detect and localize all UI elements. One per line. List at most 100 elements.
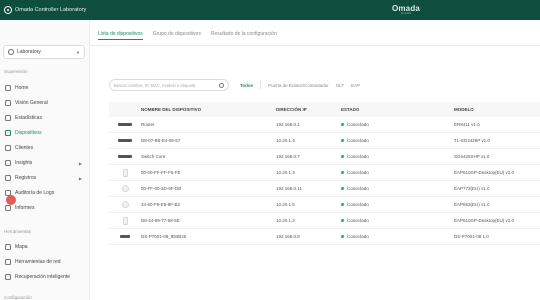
sidebar-item-home[interactable]: Home (0, 82, 88, 94)
sidebar-item-devices[interactable]: Dispositivos (0, 127, 88, 139)
col-ip[interactable]: DIRECCIÓN IP (276, 107, 341, 112)
status-dot-icon (341, 187, 344, 190)
wall-ap-device-icon (122, 168, 128, 177)
sidebar-item-insights[interactable]: Insights ▶ (0, 157, 88, 169)
device-ip: 10.20.1.3 (276, 170, 295, 175)
sidebar-item-network-tools[interactable]: Herramientas de red (0, 256, 88, 268)
statistics-icon (5, 115, 11, 121)
sidebar-item-label: Informes (15, 205, 35, 211)
audit-icon (5, 190, 11, 196)
switch-device-icon (118, 123, 132, 126)
table-row[interactable]: 34-60-F9-E5-9F-B2 10.20.1.5 Conectado EA… (109, 197, 540, 213)
device-model: EAP610GP-Desktop(EU) v1.0 (454, 170, 515, 175)
device-ip: 10.20.1.5 (276, 202, 295, 207)
status-dot-icon (341, 171, 344, 174)
tab-bar: Lista de dispositivos Grupo de dispositi… (98, 31, 287, 40)
tools-icon (5, 259, 11, 265)
dashboard-icon (5, 100, 11, 106)
sidebar-item-overview[interactable]: Visión General (0, 97, 88, 109)
status-dot-icon (341, 123, 344, 126)
device-name[interactable]: 00-00-FF-FF-F5-FE (141, 170, 276, 175)
device-type-filter: Todos Puerta de Enlace/Conmutador OLT EA… (240, 80, 367, 90)
home-icon (5, 85, 11, 91)
sidebar-item-reports[interactable]: Informes (0, 202, 88, 214)
device-name[interactable]: D8-44-89-77-58-5E (141, 218, 276, 223)
device-model: ER8411 v1.0 (454, 122, 480, 127)
chevron-down-icon: ▼ (76, 50, 80, 55)
device-name[interactable]: Switch Core (141, 154, 276, 159)
status-dot-icon (341, 155, 344, 158)
chevron-right-icon: ▶ (78, 160, 82, 166)
device-name[interactable]: 00-FF-00-3D-9F-DB (141, 186, 276, 191)
site-selector[interactable]: Laboratory ▼ (3, 45, 85, 59)
sidebar-item-label: Visión General (15, 100, 48, 106)
device-name[interactable]: DS-P7001-08_993B26 (141, 234, 276, 239)
sidebar-item-logs[interactable]: Registros ▶ (0, 172, 88, 184)
table-row[interactable]: Switch Core 192.168.0.7 Conectado SG6428… (109, 149, 540, 165)
table-row[interactable]: Router 192.168.0.1 Conectado ER8411 v1.0 (109, 117, 540, 133)
insights-icon (5, 160, 11, 166)
device-status: Conectado (347, 202, 369, 207)
status-dot-icon (341, 139, 344, 142)
sidebar-item-label: Auditoría de Logs (15, 190, 55, 196)
sidebar-item-audit-logs[interactable]: Auditoría de Logs (0, 187, 88, 199)
device-status: Conectado (347, 138, 369, 143)
table-row[interactable]: DS-P7001-08_993B26 192.168.0.8 Conectado… (109, 229, 540, 245)
device-status: Conectado (347, 234, 369, 239)
device-ip: 192.168.0.11 (276, 186, 302, 191)
tab-device-group[interactable]: Grupo de dispositivos (153, 31, 201, 40)
device-model: EAP773(EU) v1.0 (454, 186, 490, 191)
omada-logo: Omada by tp-link (386, 4, 426, 15)
table-row[interactable]: D8-44-89-77-58-5E 10.20.1.2 Conectado EA… (109, 213, 540, 229)
sidebar: Laboratory ▼ Supervisión Home Visión Gen… (0, 20, 90, 300)
col-model[interactable]: MODELO (454, 107, 540, 112)
status-dot-icon (341, 235, 344, 238)
device-model: DS-P7001-08 1.0 (454, 234, 489, 239)
sidebar-item-label: Recuperación inteligente (15, 274, 71, 280)
clients-icon (5, 145, 11, 151)
filter-gateway-switch[interactable]: Puerta de Enlace/Conmutador (268, 80, 329, 90)
device-status: Conectado (347, 218, 369, 223)
col-status[interactable]: ESTADO (341, 107, 454, 112)
logs-icon (5, 175, 11, 181)
ceiling-ap-device-icon (121, 201, 129, 208)
device-name[interactable]: D8-07-B6-E4-08-57 (141, 138, 276, 143)
filter-divider (260, 81, 262, 89)
chevron-right-icon: ▶ (78, 175, 82, 181)
search-placeholder: Buscar nombre, IP, MAC, modelo o etiquet… (114, 82, 196, 88)
section-tools: Herramientas (4, 229, 32, 234)
devices-icon (5, 130, 11, 136)
device-name[interactable]: Router (141, 122, 276, 127)
site-name: Laboratory (17, 49, 41, 55)
col-name[interactable]: NOMBRE DEL DISPOSITIVO (141, 107, 276, 112)
table-row[interactable]: 00-00-FF-FF-F5-FE 10.20.1.3 Conectado EA… (109, 165, 540, 181)
tabs-divider (90, 45, 540, 46)
sidebar-item-clients[interactable]: Clientes (0, 142, 88, 154)
table-row[interactable]: D8-07-B6-E4-08-57 10.20.1.4 Conectado TL… (109, 133, 540, 149)
sidebar-item-label: Registros (15, 175, 37, 181)
table-header: NOMBRE DEL DISPOSITIVO DIRECCIÓN IP ESTA… (109, 102, 540, 117)
sidebar-item-label: Dispositivos (15, 130, 42, 136)
tab-device-list[interactable]: Lista de dispositivos (98, 31, 143, 40)
filter-all[interactable]: Todos (240, 80, 253, 90)
device-status: Conectado (347, 186, 369, 191)
status-dot-icon (341, 203, 344, 206)
sidebar-item-statistics[interactable]: Estadísticas (0, 112, 88, 124)
device-status: Conectado (347, 170, 369, 175)
tab-config-result[interactable]: Resultado de la configuración (211, 31, 277, 40)
sidebar-item-label: Insights (15, 160, 33, 166)
wall-ap-device-icon (122, 216, 128, 225)
table-row[interactable]: 00-FF-00-3D-9F-DB 192.168.0.11 Conectado… (109, 181, 540, 197)
search-input[interactable]: Buscar nombre, IP, MAC, modelo o etiquet… (109, 79, 229, 91)
filter-olt[interactable]: OLT (336, 80, 344, 90)
reports-icon (5, 205, 11, 211)
recovery-icon (5, 274, 11, 280)
sidebar-item-map[interactable]: Mapa (0, 241, 88, 253)
search-icon[interactable] (219, 83, 224, 88)
device-name[interactable]: 34-60-F9-E5-9F-B2 (141, 202, 276, 207)
device-model: TL-SG2428P v1.0 (454, 138, 490, 143)
map-icon (5, 244, 11, 250)
sidebar-item-smart-recovery[interactable]: Recuperación inteligente (0, 271, 88, 283)
device-status: Conectado (347, 122, 369, 127)
filter-eap[interactable]: EAP (351, 80, 360, 90)
